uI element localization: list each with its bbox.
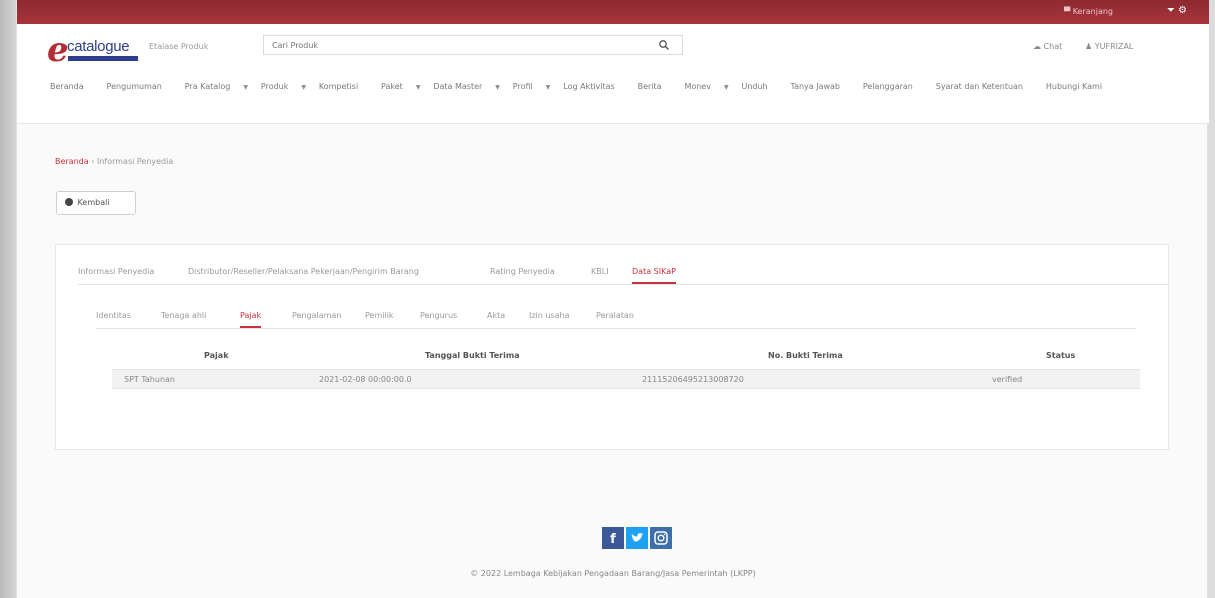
breadcrumb-home[interactable]: Beranda xyxy=(55,157,89,166)
etalase-produk-link[interactable]: Etalase Produk xyxy=(149,42,208,51)
column-header-tanggal: Tanggal Bukti Terima xyxy=(425,351,520,360)
cell-tanggal: 2021-02-08 00:00:00.0 xyxy=(319,375,412,384)
nav-berita[interactable]: Berita xyxy=(638,82,672,91)
breadcrumb: Beranda › Informasi Penyedia xyxy=(55,157,173,166)
nav-pelanggaran[interactable]: Pelanggaran xyxy=(863,82,923,91)
tab-distributor[interactable]: Distributor/Reseller/Pelaksana Pekerjaan… xyxy=(188,267,419,276)
provider-panel: Informasi Penyedia Distributor/Reseller/… xyxy=(55,244,1169,450)
twitter-icon[interactable] xyxy=(626,527,648,549)
tab-rating-penyedia[interactable]: Rating Penyedia xyxy=(490,267,555,276)
subtab-akta[interactable]: Akta xyxy=(487,311,505,320)
column-header-no-bukti: No. Bukti Terima xyxy=(768,351,843,360)
nav-data-master[interactable]: Data Master ▼ xyxy=(433,82,500,91)
search-input[interactable] xyxy=(264,36,644,54)
nav-pra-katalog[interactable]: Pra Katalog ▼ xyxy=(185,82,248,91)
svg-text:f: f xyxy=(610,532,616,547)
top-bar: ▀ Keranjang ⏷ ⚙ xyxy=(17,0,1209,24)
back-circle-icon xyxy=(65,198,73,206)
tab-data-sikap[interactable]: Data SIKaP xyxy=(632,267,676,284)
subtab-pengurus[interactable]: Pengurus xyxy=(420,311,457,320)
cart-label: Keranjang xyxy=(1072,7,1113,16)
nav-pengumuman[interactable]: Pengumuman xyxy=(107,82,172,91)
facebook-icon[interactable]: f xyxy=(602,527,624,549)
window-edge xyxy=(0,0,16,598)
breadcrumb-current: Informasi Penyedia xyxy=(96,157,174,166)
nav-produk[interactable]: Produk ▼ xyxy=(261,82,306,91)
search-box xyxy=(263,35,683,55)
chevron-down-icon: ▼ xyxy=(495,84,500,91)
logo-text: catalogue xyxy=(67,38,130,55)
nav-syarat-ketentuan[interactable]: Syarat dan Ketentuan xyxy=(936,82,1033,91)
social-links: f xyxy=(602,527,674,549)
subtab-tenaga-ahli[interactable]: Tenaga ahli xyxy=(161,311,206,320)
user-menu[interactable]: ♟ YUFRIZAL xyxy=(1085,42,1133,51)
nav-profil[interactable]: Profil ▼ xyxy=(513,82,551,91)
logo-e: e xyxy=(47,30,69,70)
chat-link[interactable]: ☁ Chat xyxy=(1033,42,1062,51)
chevron-down-icon: ▼ xyxy=(723,84,729,91)
user-name: YUFRIZAL xyxy=(1094,42,1134,51)
nav-kompetisi[interactable]: Kompetisi xyxy=(319,82,368,91)
nav-paket[interactable]: Paket ▼ xyxy=(381,82,420,91)
subtab-izin-usaha[interactable]: Izin usaha xyxy=(529,311,570,320)
nav-beranda[interactable]: Beranda xyxy=(50,82,94,91)
tab-kbli[interactable]: KBLI xyxy=(591,267,609,276)
cell-no-bukti: 21115206495213008720 xyxy=(642,375,744,384)
cart-link[interactable]: ▀ Keranjang xyxy=(1064,7,1113,16)
cart-icon: ▀ xyxy=(1063,7,1073,16)
cell-status: verified xyxy=(992,375,1023,384)
nav-unduh[interactable]: Unduh xyxy=(741,82,777,91)
nav-hubungi-kami[interactable]: Hubungi Kami xyxy=(1046,82,1112,91)
logo-tagline-bar xyxy=(68,56,138,61)
search-icon[interactable] xyxy=(658,39,670,51)
nav-monev[interactable]: Monev ▼ xyxy=(684,82,728,91)
tab-informasi-penyedia[interactable]: Informasi Penyedia xyxy=(78,267,154,276)
subtab-identitas[interactable]: Identitas xyxy=(96,311,131,320)
chat-label: Chat xyxy=(1043,42,1063,51)
cell-pajak: SPT Tahunan xyxy=(124,375,175,384)
table-row: SPT Tahunan 2021-02-08 00:00:00.0 211152… xyxy=(112,369,1140,389)
chat-icon: ☁ xyxy=(1033,42,1044,51)
column-header-pajak: Pajak xyxy=(204,351,229,360)
top-user-toggle[interactable]: ⏷ ⚙ xyxy=(1167,5,1187,16)
copyright-text: © 2022 Lembaga Kebijakan Pengadaan Baran… xyxy=(470,569,756,578)
chevron-down-icon: ▼ xyxy=(415,84,421,91)
user-icon: ♟ xyxy=(1085,42,1095,51)
browser-page: ▀ Keranjang ⏷ ⚙ e catalogue Etalase Prod… xyxy=(16,0,1209,598)
back-button-label: Kembali xyxy=(77,198,110,207)
back-button[interactable]: Kembali xyxy=(56,191,136,215)
site-header: e catalogue Etalase Produk ☁ Chat ♟ YUFR… xyxy=(17,24,1209,124)
column-header-status: Status xyxy=(1046,351,1076,360)
chevron-down-icon: ▼ xyxy=(243,84,249,91)
main-tabs: Informasi Penyedia Distributor/Reseller/… xyxy=(78,259,1168,285)
subtab-pemilik[interactable]: Pemilik xyxy=(365,311,394,320)
subtab-peralatan[interactable]: Peralatan xyxy=(596,311,634,320)
nav-tanya-jawab[interactable]: Tanya Jawab xyxy=(791,82,851,91)
nav-log-aktivitas[interactable]: Log Aktivitas xyxy=(563,82,624,91)
subtab-pajak[interactable]: Pajak xyxy=(240,311,262,328)
sub-tabs: Identitas Tenaga ahli Pajak Pengalaman P… xyxy=(96,303,1136,329)
instagram-icon[interactable] xyxy=(650,527,672,549)
chevron-down-icon: ▼ xyxy=(545,84,551,91)
chevron-down-icon: ▼ xyxy=(301,84,306,91)
breadcrumb-separator: › xyxy=(91,157,95,166)
main-nav: Beranda Pengumuman Pra Katalog ▼ Produk ▼ … xyxy=(50,76,1180,99)
subtab-pengalaman[interactable]: Pengalaman xyxy=(292,311,341,320)
